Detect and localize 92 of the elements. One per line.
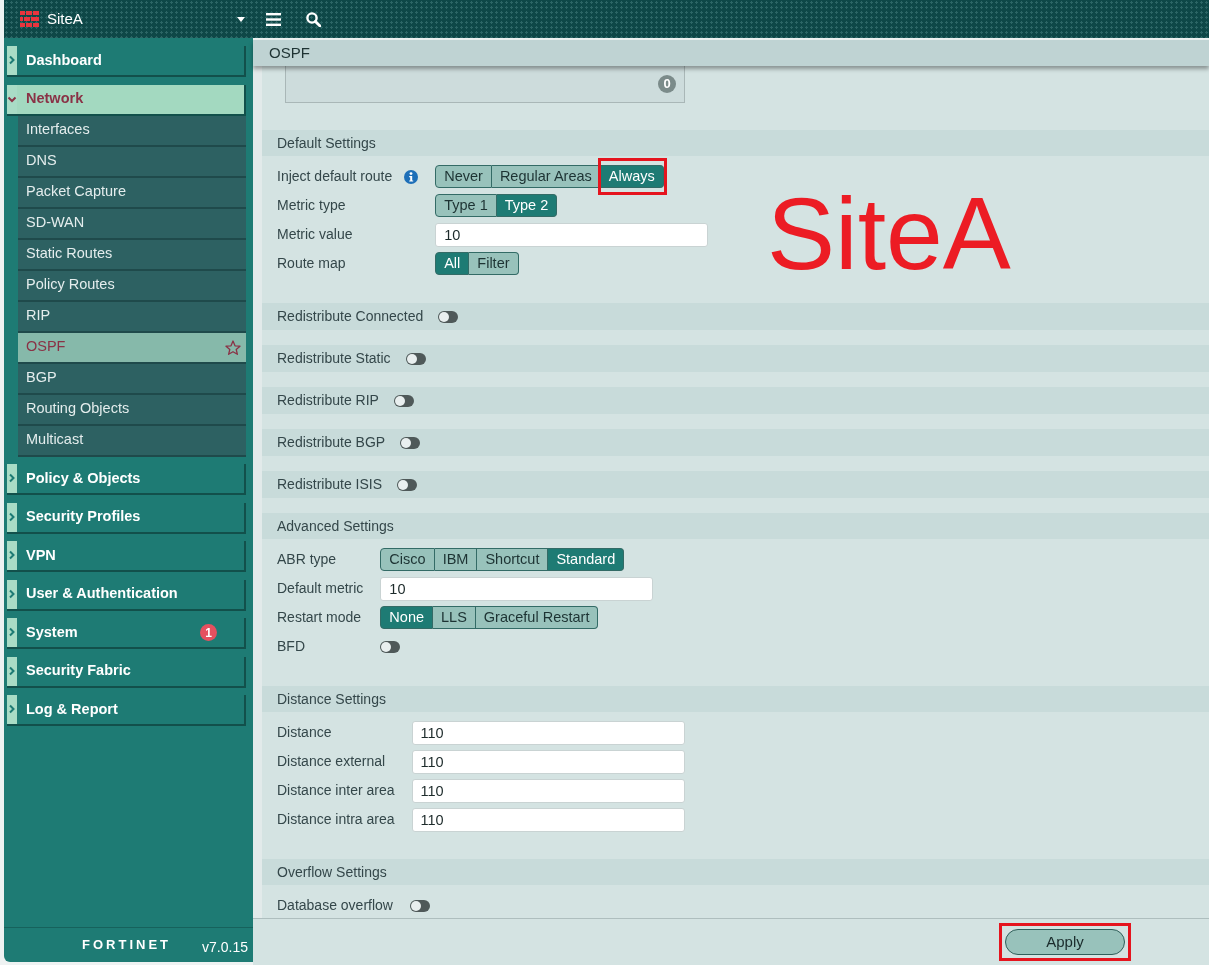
sidebar-item[interactable]: VPN xyxy=(7,541,246,572)
segmented-option[interactable]: Never xyxy=(435,165,492,188)
text-input[interactable]: 110 xyxy=(411,778,685,803)
sidebar-item[interactable]: Network xyxy=(7,84,246,116)
toggle-switch[interactable] xyxy=(409,899,430,912)
sidebar-item[interactable]: Policy Routes xyxy=(18,270,246,302)
segmented-option[interactable]: Cisco xyxy=(380,548,435,571)
sidebar-item[interactable]: Log & Report xyxy=(7,695,246,726)
version-label: v7.0.15 xyxy=(202,938,248,957)
brand-logo: FORTINET xyxy=(82,936,171,955)
text-input[interactable]: 110 xyxy=(411,807,685,832)
field-label: Metric value xyxy=(277,225,353,244)
chevron-down-icon xyxy=(7,84,17,114)
sidebar-item[interactable]: BGP xyxy=(18,363,246,395)
toggle-label: Redistribute Connected xyxy=(277,307,424,326)
field-label: ABR type xyxy=(277,550,337,569)
section-header: Distance Settings xyxy=(262,686,1209,712)
field-label: Distance inter area xyxy=(277,781,395,800)
text-input[interactable]: 10 xyxy=(435,222,709,247)
count-badge: 0 xyxy=(658,75,676,93)
notification-badge: 1 xyxy=(200,624,217,641)
segmented-option[interactable]: Always xyxy=(600,165,664,188)
brick-wall-icon xyxy=(20,11,39,27)
segmented-option[interactable]: Graceful Restart xyxy=(475,606,599,629)
sidebar-item[interactable]: Security Fabric xyxy=(7,656,246,688)
sidebar-item[interactable]: SD-WAN xyxy=(18,208,246,240)
sidebar-item[interactable]: System 1 xyxy=(7,618,246,649)
text-input[interactable]: 110 xyxy=(411,749,685,774)
field-label: Distance xyxy=(277,723,332,742)
segmented-option[interactable]: IBM xyxy=(434,548,478,571)
toggle-label: Redistribute BGP xyxy=(277,433,386,452)
toggle-switch[interactable] xyxy=(380,640,401,653)
segmented-option[interactable]: Standard xyxy=(548,548,625,571)
chevron-right-icon xyxy=(7,502,17,532)
toggle-switch[interactable] xyxy=(397,478,418,491)
apply-button[interactable]: Apply xyxy=(1005,929,1125,955)
text-input[interactable]: 10 xyxy=(380,576,654,601)
field-label: Restart mode xyxy=(277,608,362,627)
text-input[interactable]: 110 xyxy=(411,720,685,745)
annotation-label: SiteA xyxy=(767,183,1011,285)
sidebar-item[interactable]: Routing Objects xyxy=(18,394,246,426)
sidebar-item[interactable]: Dashboard xyxy=(7,46,246,77)
toggle-label: Redistribute RIP xyxy=(277,391,379,410)
chevron-right-icon xyxy=(7,46,17,75)
segmented-option[interactable]: Type 1 xyxy=(435,194,497,217)
toggle-switch[interactable] xyxy=(405,352,426,365)
section-header: Advanced Settings xyxy=(262,513,1209,539)
chevron-right-icon xyxy=(7,579,17,609)
segmented-option[interactable]: Type 2 xyxy=(496,194,558,217)
segmented-option[interactable]: None xyxy=(380,606,434,629)
sidebar-item[interactable]: Security Profiles xyxy=(7,502,246,534)
toggle-switch[interactable] xyxy=(438,310,459,323)
sidebar-item[interactable]: Packet Capture xyxy=(18,177,246,209)
sidebar-item[interactable]: DNS xyxy=(18,146,246,178)
chevron-right-icon xyxy=(7,464,17,493)
toggle-switch[interactable] xyxy=(393,394,414,407)
sidebar-item[interactable]: OSPF xyxy=(18,332,246,364)
chevron-right-icon xyxy=(7,695,17,724)
field-label: Route map xyxy=(277,254,346,273)
segmented-option[interactable]: Regular Areas xyxy=(491,165,601,188)
chevron-right-icon xyxy=(7,656,17,686)
field-label: Distance intra area xyxy=(277,810,395,829)
field-label: BFD xyxy=(277,637,305,656)
sidebar-item[interactable]: Multicast xyxy=(18,425,246,457)
sidebar-item[interactable]: Policy & Objects xyxy=(7,464,246,495)
sidebar-item[interactable]: RIP xyxy=(18,301,246,333)
segmented-option[interactable]: Shortcut xyxy=(477,548,549,571)
toggle-label: Redistribute ISIS xyxy=(277,475,383,494)
site-name: SiteA xyxy=(47,8,83,29)
field-label: Distance external xyxy=(277,752,386,771)
segmented-option[interactable]: LLS xyxy=(433,606,476,629)
section-header: Default Settings xyxy=(262,130,1209,156)
menu-icon[interactable] xyxy=(266,12,281,26)
section-header: Overflow Settings xyxy=(262,859,1209,885)
field-label: Inject default route xyxy=(277,167,393,186)
info-icon[interactable] xyxy=(404,169,419,184)
toggle-label: Redistribute Static xyxy=(277,349,391,368)
toggle-switch[interactable] xyxy=(400,436,421,449)
caret-down-icon[interactable] xyxy=(237,16,245,22)
field-label: Database overflow xyxy=(277,896,393,915)
sidebar-item[interactable]: Static Routes xyxy=(18,239,246,271)
chevron-right-icon xyxy=(7,618,17,647)
field-label: Default metric xyxy=(277,579,364,598)
star-icon[interactable] xyxy=(225,339,241,355)
page-title: OSPF xyxy=(269,42,310,63)
search-icon[interactable] xyxy=(306,11,321,27)
segmented-option[interactable]: All xyxy=(435,252,470,275)
sidebar-item[interactable]: User & Authentication xyxy=(7,579,246,611)
sidebar-item[interactable]: Interfaces xyxy=(18,115,246,147)
chevron-right-icon xyxy=(7,541,17,570)
segmented-option[interactable]: Filter xyxy=(469,252,519,275)
field-label: Metric type xyxy=(277,196,346,215)
